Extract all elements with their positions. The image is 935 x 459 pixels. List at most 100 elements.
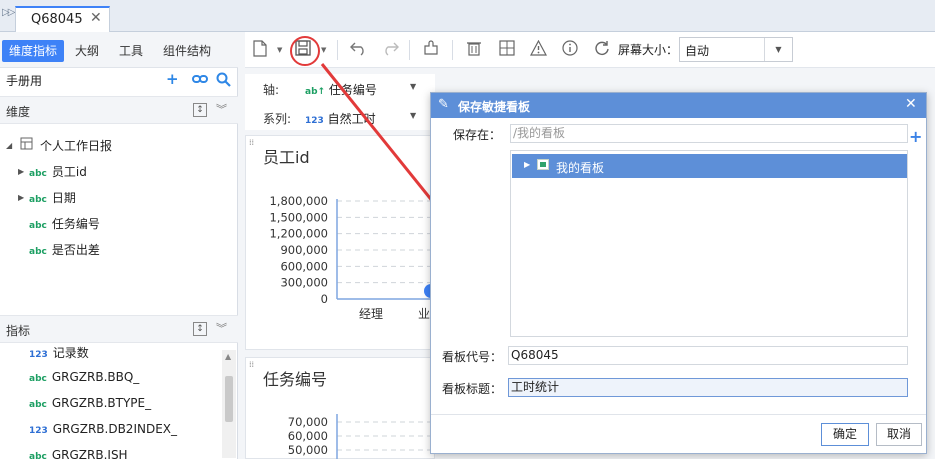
layout-grid-icon[interactable] xyxy=(499,40,515,60)
dashboard-folder-icon xyxy=(537,159,549,170)
redo-icon[interactable] xyxy=(381,40,399,60)
series-label: 系列: xyxy=(263,112,292,126)
save-in-field[interactable]: /我的看板 xyxy=(510,124,908,143)
chart-panel-task[interactable]: ⁞⁞ 任务编号 70,000 60,000 50,000 xyxy=(245,357,436,459)
add-folder-icon[interactable]: + xyxy=(909,127,922,146)
task-bar-chart: 70,00060,00050,000 xyxy=(288,414,436,459)
measure-item[interactable]: abc GRGZRB.BBQ_ xyxy=(29,370,139,390)
y-tick-label: 1,800,000 xyxy=(269,194,328,208)
text-type-icon: abc xyxy=(29,452,47,459)
text-type-icon: abc xyxy=(29,169,47,179)
measure-item-label: 记录数 xyxy=(52,346,89,360)
employee-bar-chart: 1,800,000 1,500,000 1,200,000 900,000 600,00… xyxy=(269,194,436,321)
left-panel-tabs: 维度指标 大纲 工具 组件结构 xyxy=(0,32,238,68)
measure-item[interactable]: 123 GRGZRB.DB2INDEX_ xyxy=(29,422,177,442)
scrollbar-thumb[interactable] xyxy=(225,376,233,422)
measure-scrollbar[interactable]: ▲ xyxy=(222,350,236,458)
left-panel: 维度指标 大纲 工具 组件结构 手册用 + 维度 ↕ ︾ ◢ 个人工作日报 ▶ … xyxy=(0,32,238,459)
text-type-icon: abc xyxy=(29,221,47,231)
measure-item-label: GRGZRB.ISH xyxy=(51,448,128,459)
document-tab-title: Q68045 xyxy=(31,12,83,27)
search-icon[interactable] xyxy=(216,72,231,91)
manual-row: 手册用 + xyxy=(0,70,238,94)
expanded-triangle-icon: ◢ xyxy=(6,141,13,150)
new-dropdown-icon[interactable]: ▼ xyxy=(277,46,282,54)
y-tick-label: 1,500,000 xyxy=(269,210,328,224)
text-type-icon: abc xyxy=(29,195,47,205)
info-icon[interactable] xyxy=(562,40,578,60)
dashboard-code-field[interactable]: Q68045 xyxy=(508,346,908,365)
dashboard-title-field[interactable]: 工时统计 xyxy=(508,378,908,397)
collapsed-triangle-icon: ▶ xyxy=(18,193,25,202)
screen-size-label: 屏幕大小： xyxy=(618,43,679,57)
number-type-icon: 123 xyxy=(29,350,48,360)
save-highlight-circle xyxy=(290,36,320,66)
measure-item-label: GRGZRB.BTYPE_ xyxy=(51,396,152,410)
close-tab-icon[interactable]: ✕ xyxy=(90,10,102,26)
tab-outline[interactable]: 大纲 xyxy=(75,40,99,62)
text-type-icon: ab↑ xyxy=(305,87,326,97)
cancel-button[interactable]: 取消 xyxy=(876,423,922,446)
new-file-icon[interactable] xyxy=(253,40,267,61)
ok-button[interactable]: 确定 xyxy=(821,423,869,446)
chevron-down-icon[interactable]: ▼ xyxy=(410,111,416,120)
puzzle-icon[interactable] xyxy=(423,40,439,60)
measure-section-label: 指标 xyxy=(6,324,31,338)
axis-value: ab↑ 任务编号 xyxy=(305,81,377,98)
measure-item[interactable]: 123 记录数 xyxy=(29,344,89,364)
number-type-icon: 123 xyxy=(305,116,324,126)
dimension-item-label: 是否出差 xyxy=(51,243,100,257)
chart-panel-employee[interactable]: ⁞⁞ 员工id 1,800,000 1,500,000 1,200,000 900,0… xyxy=(245,135,436,350)
chevron-down-icon[interactable]: ▼ xyxy=(764,38,792,61)
axis-label: 轴: xyxy=(263,83,280,97)
trash-icon[interactable] xyxy=(467,40,481,60)
tab-dimensions-measures[interactable]: 维度指标 xyxy=(2,40,64,62)
chevron-down-icon[interactable]: ︾ xyxy=(216,320,227,336)
save-dashboard-dialog: ✎ 保存敏捷看板 ✕ 保存在： /我的看板 + ▶ 我的看板 看板代号： Q68… xyxy=(430,92,927,454)
save-dropdown-icon[interactable]: ▼ xyxy=(321,46,326,54)
collapsed-triangle-icon[interactable]: ▶ xyxy=(524,160,530,169)
chevron-down-icon[interactable]: ︾ xyxy=(216,101,227,117)
chevron-down-icon[interactable]: ▼ xyxy=(410,82,416,91)
close-icon[interactable]: ✕ xyxy=(905,96,917,112)
expand-collapse-icon[interactable]: ↕ xyxy=(193,322,207,336)
dimension-section-label: 维度 xyxy=(6,105,31,119)
y-tick-label: 900,000 xyxy=(280,243,328,257)
y-tick-label: 0 xyxy=(321,292,328,306)
dimension-item-label: 员工id xyxy=(51,165,87,179)
undo-icon[interactable] xyxy=(350,40,368,60)
warning-icon[interactable] xyxy=(529,39,548,60)
refresh-icon[interactable] xyxy=(594,40,610,60)
axis-row[interactable]: 轴: ab↑ 任务编号 ▼ xyxy=(245,77,435,101)
toolbar-divider xyxy=(452,40,453,60)
link-icon[interactable] xyxy=(192,73,208,88)
tab-component-structure[interactable]: 组件结构 xyxy=(163,40,211,62)
text-type-icon: abc xyxy=(29,400,47,410)
dimension-item[interactable]: abc 任务编号 xyxy=(29,215,100,235)
dimension-item[interactable]: abc 是否出差 xyxy=(29,241,100,261)
text-type-icon: abc xyxy=(29,374,47,384)
measure-section-header: 指标 ↕ ︾ xyxy=(0,315,238,343)
dialog-footer: 确定 取消 xyxy=(431,414,926,453)
collapse-panel-icon[interactable]: ▷▷ xyxy=(2,7,15,18)
scroll-up-icon[interactable]: ▲ xyxy=(225,352,231,361)
measure-item[interactable]: abc GRGZRB.ISH xyxy=(29,448,128,459)
add-icon[interactable]: + xyxy=(166,70,179,88)
folder-tree-item-selected[interactable]: ▶ 我的看板 xyxy=(512,154,907,178)
dimension-root-label: 个人工作日报 xyxy=(40,139,113,153)
measure-item-label: GRGZRB.BBQ_ xyxy=(51,370,140,384)
series-value: 123 自然工时 xyxy=(305,110,376,127)
toolbar-divider xyxy=(409,40,410,60)
document-tab-strip: ▷▷ Q68045 ✕ xyxy=(0,0,935,33)
folder-tree[interactable]: ▶ 我的看板 xyxy=(510,150,908,337)
toolbar-divider xyxy=(337,40,338,60)
text-type-icon: abc xyxy=(29,247,47,257)
measure-item[interactable]: abc GRGZRB.BTYPE_ xyxy=(29,396,151,416)
document-tab[interactable]: Q68045 ✕ xyxy=(15,6,110,33)
screen-size-select[interactable]: 自动 ▼ xyxy=(679,37,793,62)
tab-tools[interactable]: 工具 xyxy=(119,40,143,62)
expand-collapse-icon[interactable]: ↕ xyxy=(193,103,207,117)
series-row[interactable]: 系列: 123 自然工时 ▼ xyxy=(245,106,435,130)
axis-series-bar: 轴: ab↑ 任务编号 ▼ 系列: 123 自然工时 ▼ xyxy=(245,74,435,130)
collapsed-triangle-icon: ▶ xyxy=(18,167,25,176)
